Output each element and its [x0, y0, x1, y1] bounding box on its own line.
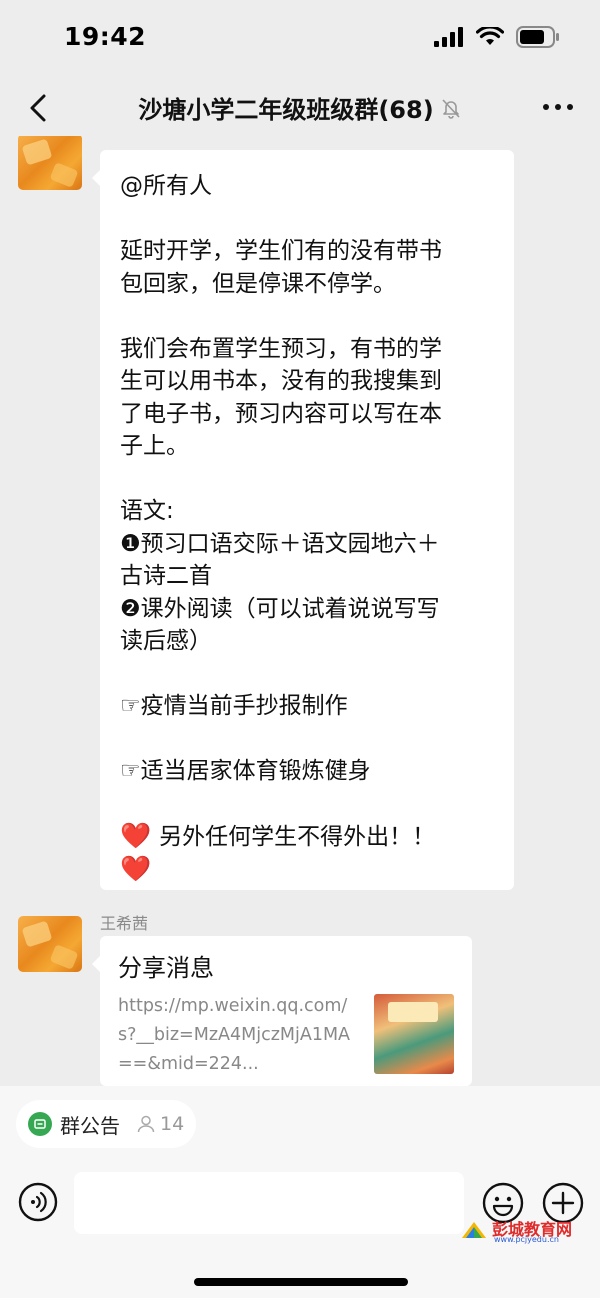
announcement-icon	[28, 1112, 52, 1136]
message-line: 古诗二首	[120, 563, 212, 589]
bottom-panel: 群公告 14	[0, 1086, 600, 1298]
message-line	[120, 203, 494, 236]
message-line: ☞疫情当前手抄报制作	[120, 693, 348, 719]
share-thumbnail	[374, 994, 454, 1074]
back-icon[interactable]	[22, 90, 58, 126]
chat-title: 沙塘小学二年级班级群(68)	[138, 96, 434, 124]
avatar[interactable]	[18, 136, 82, 190]
message-line: ☞适当居家体育锻炼健身	[120, 758, 371, 784]
group-notice-button[interactable]: 群公告 14	[16, 1100, 196, 1148]
nav-title-wrap: 沙塘小学二年级班级群(68)	[110, 90, 490, 125]
message-line	[120, 723, 494, 756]
member-count: 14	[136, 1113, 184, 1135]
watermark-logo-icon	[462, 1222, 486, 1238]
message-line-heart: ❤️	[120, 853, 494, 886]
message-line	[120, 463, 494, 496]
avatar[interactable]	[18, 916, 82, 972]
heart-icon: ❤️	[120, 821, 152, 850]
message-input[interactable]	[74, 1172, 464, 1234]
message-line	[120, 788, 494, 821]
share-link: https://mp.weixin.qq.com/s?__biz=MzA4Mjc…	[118, 996, 351, 1074]
signal-icon	[434, 27, 463, 47]
status-icons	[434, 26, 560, 48]
message-line: ❶预习口语交际＋语文园地六＋	[120, 530, 440, 557]
member-icon	[137, 1115, 155, 1133]
home-indicator	[194, 1278, 408, 1286]
message-line: ❷课外阅读（可以试着说说写写	[120, 595, 440, 622]
mute-icon	[442, 98, 460, 119]
wifi-icon	[476, 27, 504, 45]
message-line: 我们会布置学生预习，有书的学	[120, 335, 442, 362]
message-final-text: 另外任何学生不得外出！！	[159, 824, 436, 850]
voice-icon[interactable]	[18, 1182, 58, 1222]
share-card[interactable]: 分享消息 https://mp.weixin.qq.com/s?__biz=Mz…	[92, 936, 472, 1086]
message-line-final: ❤️ 另外任何学生不得外出！！	[120, 820, 494, 853]
group-notice-label: 群公告	[60, 1113, 120, 1138]
share-title: 分享消息	[118, 954, 214, 982]
chat-area[interactable]: @所有人 延时开学，学生们有的没有带书 包回家，但是停课不停学。 我们会布置学生…	[0, 136, 600, 1086]
status-bar: 19:42	[0, 0, 600, 80]
battery-icon	[516, 26, 559, 48]
message-line: 语文:	[120, 498, 174, 524]
message-line: 生可以用书本，没有的我搜集到	[120, 368, 442, 394]
message-line: 了电子书，预习内容可以写在本	[120, 400, 442, 427]
message-line: 子上。	[120, 433, 189, 459]
message-line	[120, 300, 494, 333]
message-line: 读后感）	[120, 628, 212, 654]
sender-name: 王希茜	[100, 914, 149, 933]
watermark-url: www.pcjyedu.cn	[494, 1235, 559, 1244]
message-bubble[interactable]: @所有人 延时开学，学生们有的没有带书 包回家，但是停课不停学。 我们会布置学生…	[92, 150, 514, 890]
member-count-value: 14	[160, 1113, 185, 1135]
heart-icon: ❤️	[120, 853, 152, 883]
message-line: 包回家，但是停课不停学。	[120, 270, 396, 297]
message-line	[120, 658, 494, 691]
status-time: 19:42	[64, 22, 147, 51]
watermark: 彭城教育网 www.pcjyedu.cn	[460, 1216, 592, 1246]
message-line: 延时开学，学生们有的没有带书	[120, 238, 442, 264]
nav-bar: 沙塘小学二年级班级群(68)	[0, 80, 600, 136]
more-icon[interactable]	[542, 96, 574, 118]
message-line: @所有人	[120, 173, 212, 199]
